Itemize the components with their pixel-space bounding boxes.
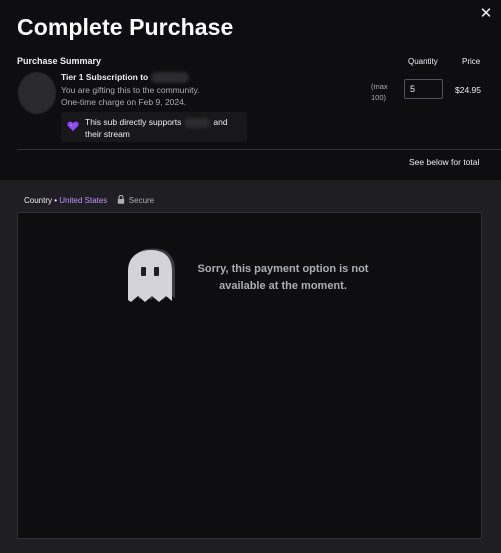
country-row: Country • United States Secure [24,195,154,205]
country-label: Country • [24,196,58,205]
support-prefix: This sub directly supports [85,117,182,127]
close-icon[interactable]: ✕ [476,4,496,24]
quantity-input[interactable] [404,79,443,99]
page-title: Complete Purchase [17,14,234,40]
max-note-line2: 100) [371,93,387,102]
purchase-summary-label: Purchase Summary [17,56,102,66]
lock-icon [117,195,124,204]
purchase-summary-section: Complete Purchase ✕ Purchase Summary Qua… [0,0,501,180]
item-price: $24.95 [455,85,481,95]
secure-label: Secure [128,196,155,205]
avatar [18,72,56,114]
max-note-line1: (max [371,82,388,91]
quantity-column-label: Quantity [408,57,438,66]
item-title-text: Tier 1 Subscription to [61,72,149,82]
max-quantity-note: (max 100) [371,81,388,103]
support-note-text: This sub directly supports and their stre… [85,116,245,140]
item-gift-note: You are gifting this to the community. [61,85,200,95]
see-below-total-note: See below for total [409,157,480,167]
purple-heart-icon [67,121,79,131]
redacted-streamer-name [184,117,211,128]
divider [17,149,501,150]
ghost-icon [128,248,175,302]
redacted-channel-name [151,72,190,84]
purchase-modal: Complete Purchase ✕ Purchase Summary Qua… [0,0,501,553]
payment-unavailable-message: Sorry, this payment option is not availa… [197,263,369,292]
item-title: Tier 1 Subscription to [61,72,190,84]
item-charge-note: One-time charge on Feb 9, 2024. [61,97,187,107]
support-note-box: This sub directly supports and their stre… [61,112,247,142]
country-selector[interactable]: United States [59,196,107,205]
price-column-label: Price [462,57,481,66]
